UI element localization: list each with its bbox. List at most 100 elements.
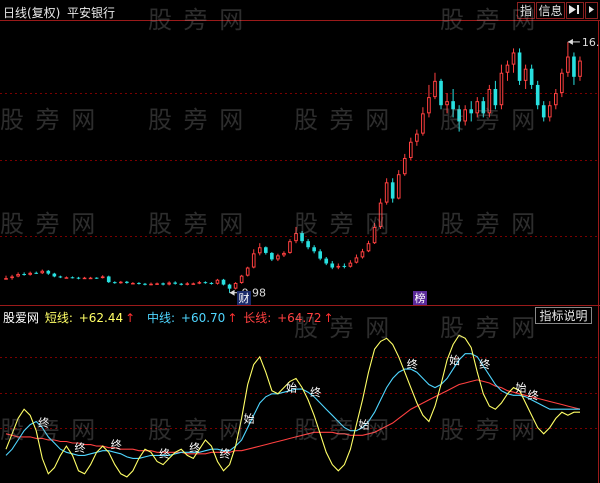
candle-body bbox=[306, 241, 310, 248]
candle-body bbox=[155, 283, 159, 285]
indicator-help-button[interactable]: 指标说明 bbox=[535, 307, 592, 324]
watermark: 股 旁 网 bbox=[0, 416, 98, 444]
up-arrow-icon: ↑ bbox=[125, 311, 136, 325]
arrow-left-icon bbox=[229, 289, 235, 296]
watermark: 股 旁 网 bbox=[294, 314, 392, 342]
candle-body bbox=[245, 267, 250, 276]
watermark: 股 旁 网 bbox=[440, 416, 538, 444]
signal-start-label: 始 bbox=[286, 381, 297, 395]
watermark: 股 旁 网 bbox=[294, 106, 392, 134]
watermark: 股 旁 网 bbox=[148, 6, 246, 34]
indicator-name: 股爱网 bbox=[3, 311, 40, 325]
candle-body bbox=[276, 255, 280, 260]
candle-body bbox=[94, 277, 99, 279]
candle-body bbox=[10, 276, 14, 279]
candle-body bbox=[100, 276, 105, 279]
scroll-arrow-icon[interactable] bbox=[585, 2, 598, 19]
period-label[interactable]: 日线(复权) bbox=[3, 4, 60, 21]
candle-body bbox=[239, 275, 244, 283]
mid-line-label: 中线: bbox=[147, 311, 176, 325]
candle-body bbox=[566, 56, 570, 73]
candle-body bbox=[396, 174, 401, 199]
watermark: 股 旁 网 bbox=[440, 314, 538, 342]
candle-body bbox=[131, 282, 135, 285]
indicator-lines: 终终 终终终终始始 终始终始终始终 bbox=[5, 334, 581, 478]
candle-body bbox=[209, 282, 214, 284]
candle-body bbox=[40, 270, 45, 274]
candle-body bbox=[16, 274, 20, 277]
mid-line-value: +60.70 bbox=[180, 311, 226, 325]
candle-body bbox=[505, 64, 510, 73]
signal-start-label: 始 bbox=[244, 411, 255, 425]
candle-body bbox=[58, 276, 63, 278]
candle-body bbox=[554, 93, 558, 106]
long-line-label: 长线: bbox=[243, 311, 272, 325]
candle-body bbox=[88, 277, 93, 280]
candle-body bbox=[415, 133, 419, 142]
arrow-left-icon bbox=[567, 38, 573, 45]
candle-body bbox=[560, 72, 564, 94]
signal-end-label: 终 bbox=[159, 447, 170, 461]
signal-end-label: 终 bbox=[310, 385, 321, 399]
candle-body bbox=[4, 278, 8, 280]
candle-body bbox=[384, 182, 389, 203]
candle-body bbox=[348, 262, 353, 267]
watermark: 股 旁 网 bbox=[294, 416, 392, 444]
candle-body bbox=[366, 243, 371, 252]
watermark: 股 旁 网 bbox=[148, 106, 246, 134]
candle-body bbox=[46, 270, 51, 274]
candle-body bbox=[227, 284, 232, 289]
candle-body bbox=[578, 60, 582, 77]
watermark: 股 旁 网 bbox=[0, 210, 98, 238]
candle-body bbox=[257, 247, 262, 254]
watermark: 股 旁 网 bbox=[294, 210, 392, 238]
candle-body bbox=[197, 282, 202, 284]
info-button[interactable]: 信息 bbox=[536, 2, 565, 19]
candle-body bbox=[161, 283, 165, 285]
signal-start-label: 始 bbox=[449, 353, 460, 367]
signal-end-label: 终 bbox=[219, 447, 230, 461]
candle-body bbox=[529, 68, 534, 85]
candle-body bbox=[22, 274, 26, 276]
candle-body bbox=[402, 157, 407, 175]
candle-body bbox=[288, 241, 292, 253]
watermark: 股 旁 网 bbox=[0, 106, 98, 134]
candle-body bbox=[421, 113, 425, 134]
candle-body bbox=[427, 97, 431, 114]
candle-body bbox=[264, 247, 268, 253]
candle-body bbox=[409, 141, 413, 158]
watermark: 股 旁 网 bbox=[440, 210, 538, 238]
candle-body bbox=[547, 105, 552, 118]
signal-end-label: 终 bbox=[528, 388, 539, 402]
candle-body bbox=[330, 263, 335, 268]
signal-end-label: 终 bbox=[479, 357, 490, 371]
candle-body bbox=[541, 105, 546, 118]
candle-body bbox=[511, 52, 516, 65]
candle-body bbox=[324, 258, 329, 264]
short-line-value: +62.44 bbox=[78, 311, 124, 325]
candle-body bbox=[221, 279, 226, 285]
candle-body bbox=[191, 283, 196, 285]
signal-end-label: 终 bbox=[111, 437, 122, 451]
candle-body bbox=[312, 247, 316, 252]
short-line bbox=[5, 334, 580, 478]
candle-body bbox=[572, 56, 576, 77]
chart-annotations: 16.169.98财榜 bbox=[229, 36, 600, 305]
right-arrow-end-icon[interactable] bbox=[566, 2, 584, 19]
candle-body bbox=[28, 272, 32, 275]
candle-body bbox=[251, 253, 256, 268]
indicator-legend: 股爱网 短线: +62.44 ↑ 中线: +60.70 ↑ 长线: +64.72 ↑ bbox=[3, 309, 336, 326]
list-badge: 榜 bbox=[415, 291, 426, 305]
candle-body bbox=[119, 281, 123, 284]
candle-body bbox=[64, 277, 69, 279]
candle-body bbox=[167, 282, 171, 285]
candle-body bbox=[390, 182, 395, 199]
candlestick-series bbox=[4, 41, 582, 293]
candle-body bbox=[185, 283, 190, 285]
candle-body bbox=[517, 52, 522, 81]
candle-body bbox=[76, 277, 81, 279]
finance-badge: 财 bbox=[239, 291, 250, 305]
watermark: 股 旁 网 bbox=[440, 106, 538, 134]
candle-body bbox=[179, 283, 184, 285]
candle-body bbox=[282, 252, 286, 256]
